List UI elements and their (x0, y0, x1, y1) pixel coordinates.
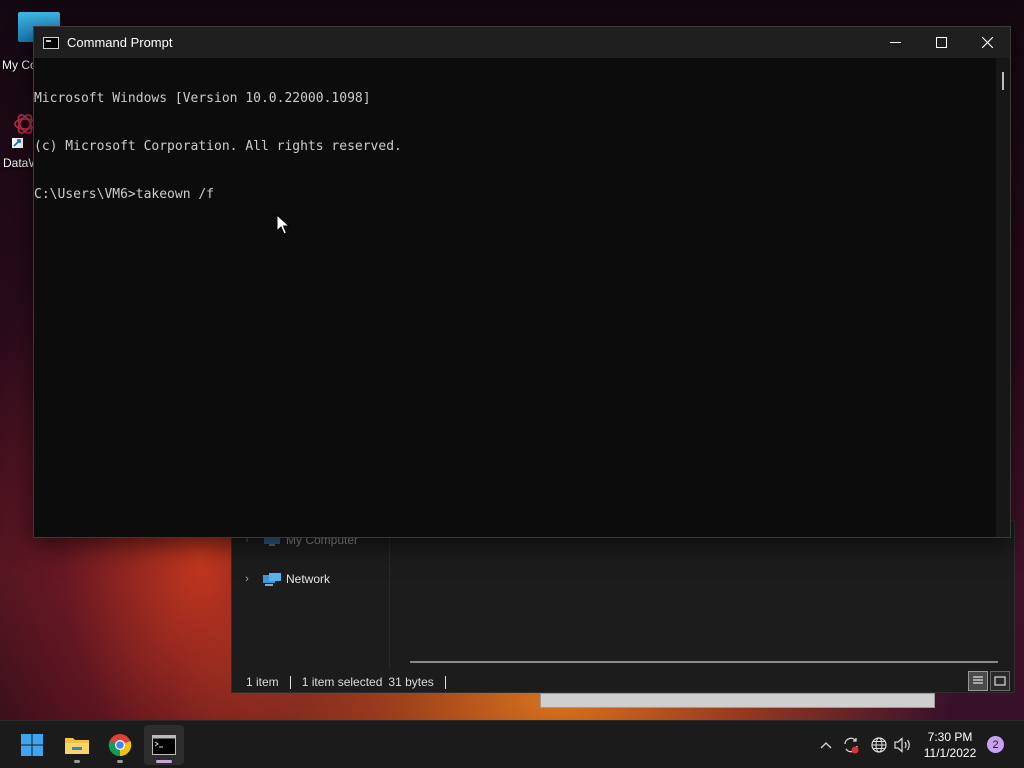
mouse-cursor-icon (276, 214, 290, 235)
windows-start-icon (21, 734, 43, 756)
command-prompt-window[interactable]: Command Prompt Microsoft Windows [Versio… (33, 26, 1011, 538)
maximize-icon (935, 37, 947, 48)
window-title: Command Prompt (67, 35, 173, 50)
status-divider (289, 675, 291, 689)
details-view-button[interactable] (968, 671, 988, 691)
clock[interactable]: 7:30 PM 11/1/2022 (918, 729, 982, 761)
network-icon (263, 573, 281, 586)
notification-badge[interactable]: 2 (987, 736, 1004, 753)
show-hidden-icons-button[interactable] (816, 721, 836, 768)
window-titlebar[interactable]: Command Prompt (34, 27, 1010, 58)
minimize-icon (889, 42, 901, 43)
status-bar: 1 item 1 item selected 31 bytes (232, 671, 1014, 693)
taskbar-chrome[interactable] (100, 725, 140, 765)
chrome-icon (108, 734, 132, 757)
volume-button[interactable] (893, 721, 913, 768)
running-indicator (74, 760, 80, 763)
maximize-button[interactable] (918, 27, 964, 58)
network-status-button[interactable] (869, 721, 889, 768)
globe-icon (871, 737, 887, 753)
terminal-line: (c) Microsoft Corporation. All rights re… (34, 139, 402, 154)
status-divider (444, 675, 446, 689)
terminal-prompt-line[interactable]: C:\Users\VM6>takeown /f (34, 187, 996, 203)
nav-item-network[interactable]: › Network (232, 568, 330, 590)
speaker-icon (894, 737, 910, 753)
vertical-scrollbar[interactable] (996, 58, 1010, 537)
scrollbar-thumb[interactable] (1002, 72, 1004, 90)
console-icon (152, 735, 176, 755)
large-icons-view-button[interactable] (990, 671, 1010, 691)
terminal-line: Microsoft Windows [Version 10.0.22000.10… (34, 91, 371, 106)
minimize-button[interactable] (872, 27, 918, 58)
active-indicator (156, 760, 172, 763)
chevron-right-icon[interactable]: › (232, 573, 262, 585)
console-icon (43, 36, 59, 49)
selection-size: 31 bytes (388, 675, 434, 689)
chevron-up-icon (820, 742, 832, 749)
navigation-pane: › My Computer › Network (232, 521, 390, 669)
large-icons-view-icon (994, 676, 1006, 686)
selection-count: 1 item selected (301, 675, 383, 689)
running-indicator (117, 760, 123, 763)
taskbar: 7:30 PM 11/1/2022 (0, 720, 1024, 768)
clock-date: 11/1/2022 (923, 746, 977, 760)
view-toggle (968, 671, 1010, 691)
item-count: 1 item (246, 675, 279, 689)
folder-icon (65, 738, 89, 754)
background-dialog (540, 693, 935, 708)
taskbar-command-prompt[interactable] (144, 725, 184, 765)
taskbar-file-explorer[interactable] (57, 725, 97, 765)
file-explorer-window: › My Computer › Network 1 item 1 item se… (231, 520, 1015, 693)
sync-error-icon (844, 737, 859, 754)
start-button[interactable] (12, 725, 52, 765)
terminal-output[interactable]: Microsoft Windows [Version 10.0.22000.10… (34, 58, 996, 537)
clock-time: 7:30 PM (927, 730, 973, 744)
horizontal-scrollbar[interactable] (410, 661, 998, 663)
close-icon (981, 37, 993, 48)
sync-status-icon-button[interactable] (841, 721, 861, 768)
details-view-icon (973, 676, 983, 684)
nav-item-label: Network (286, 572, 331, 586)
close-button[interactable] (964, 27, 1010, 58)
